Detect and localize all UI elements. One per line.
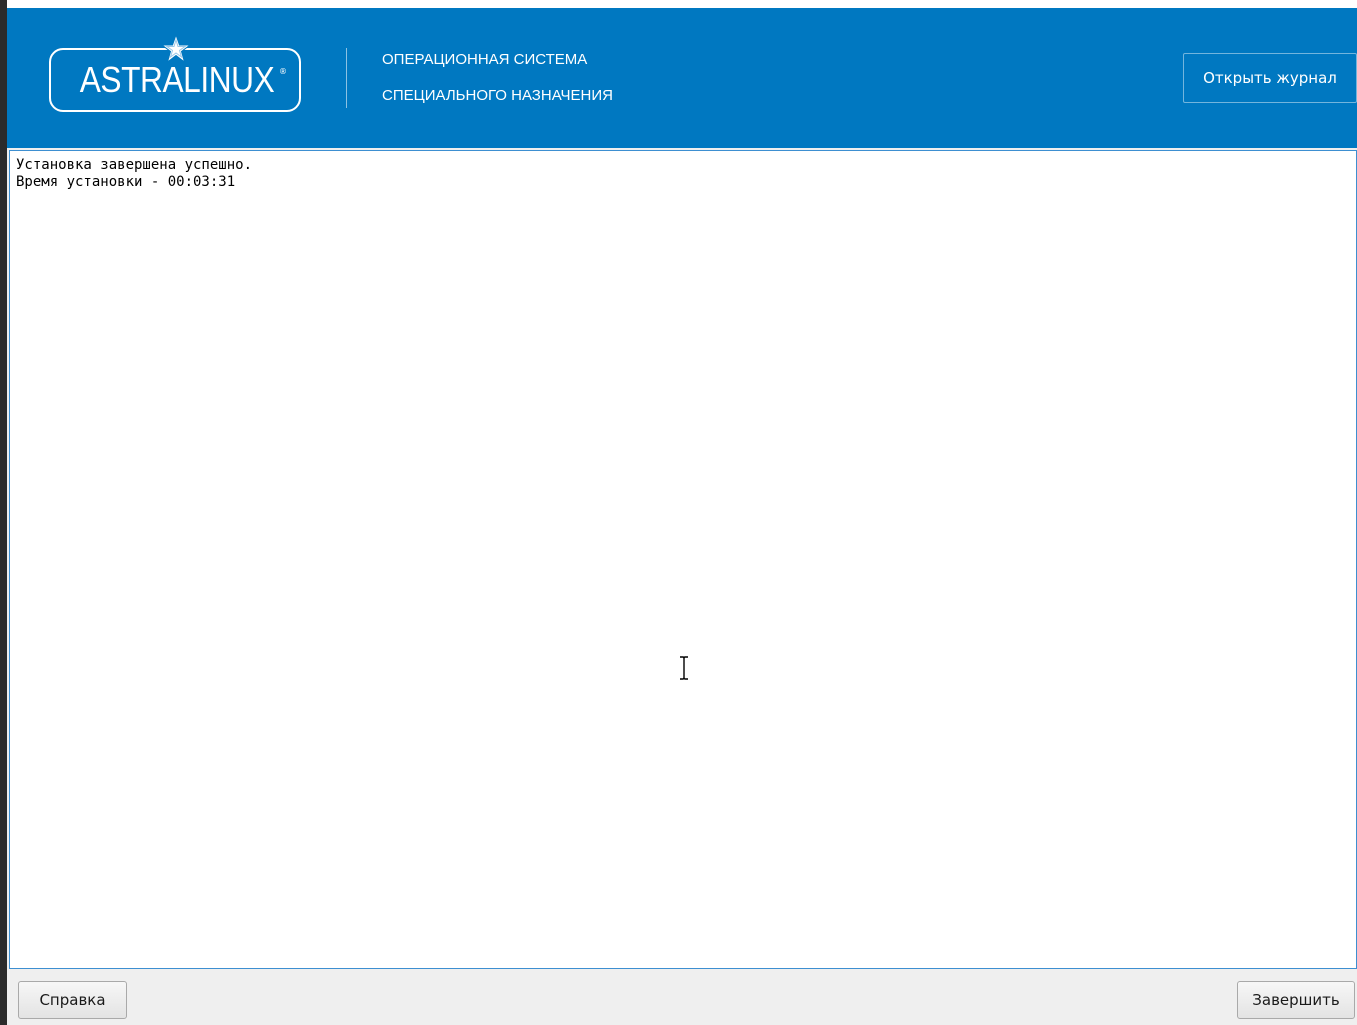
os-subtitle-line1: ОПЕРАЦИОННАЯ СИСТЕМА <box>382 51 588 68</box>
header-divider <box>346 48 347 108</box>
open-log-button[interactable]: Открыть журнал <box>1183 53 1357 103</box>
installation-log-area[interactable]: Установка завершена успешно. Время устан… <box>9 150 1357 969</box>
logo-text: ASTRALINUX <box>79 59 275 100</box>
help-button[interactable]: Справка <box>18 981 127 1019</box>
text-cursor-icon <box>680 656 688 680</box>
window-left-edge <box>0 0 7 1025</box>
os-subtitle-line2: СПЕЦИАЛЬНОГО НАЗНАЧЕНИЯ <box>382 87 613 104</box>
log-line-install-time: Время установки - 00:03:31 <box>16 174 236 190</box>
astralinux-logo: ASTRALINUX ® <box>49 34 301 112</box>
header-banner: ASTRALINUX ® ОПЕРАЦИОННАЯ СИСТЕМА СПЕЦИА… <box>7 8 1357 148</box>
top-strip <box>7 0 1357 8</box>
log-line-success: Установка завершена успешно. <box>16 157 253 173</box>
registered-mark: ® <box>279 67 287 76</box>
finish-button[interactable]: Завершить <box>1237 981 1355 1019</box>
